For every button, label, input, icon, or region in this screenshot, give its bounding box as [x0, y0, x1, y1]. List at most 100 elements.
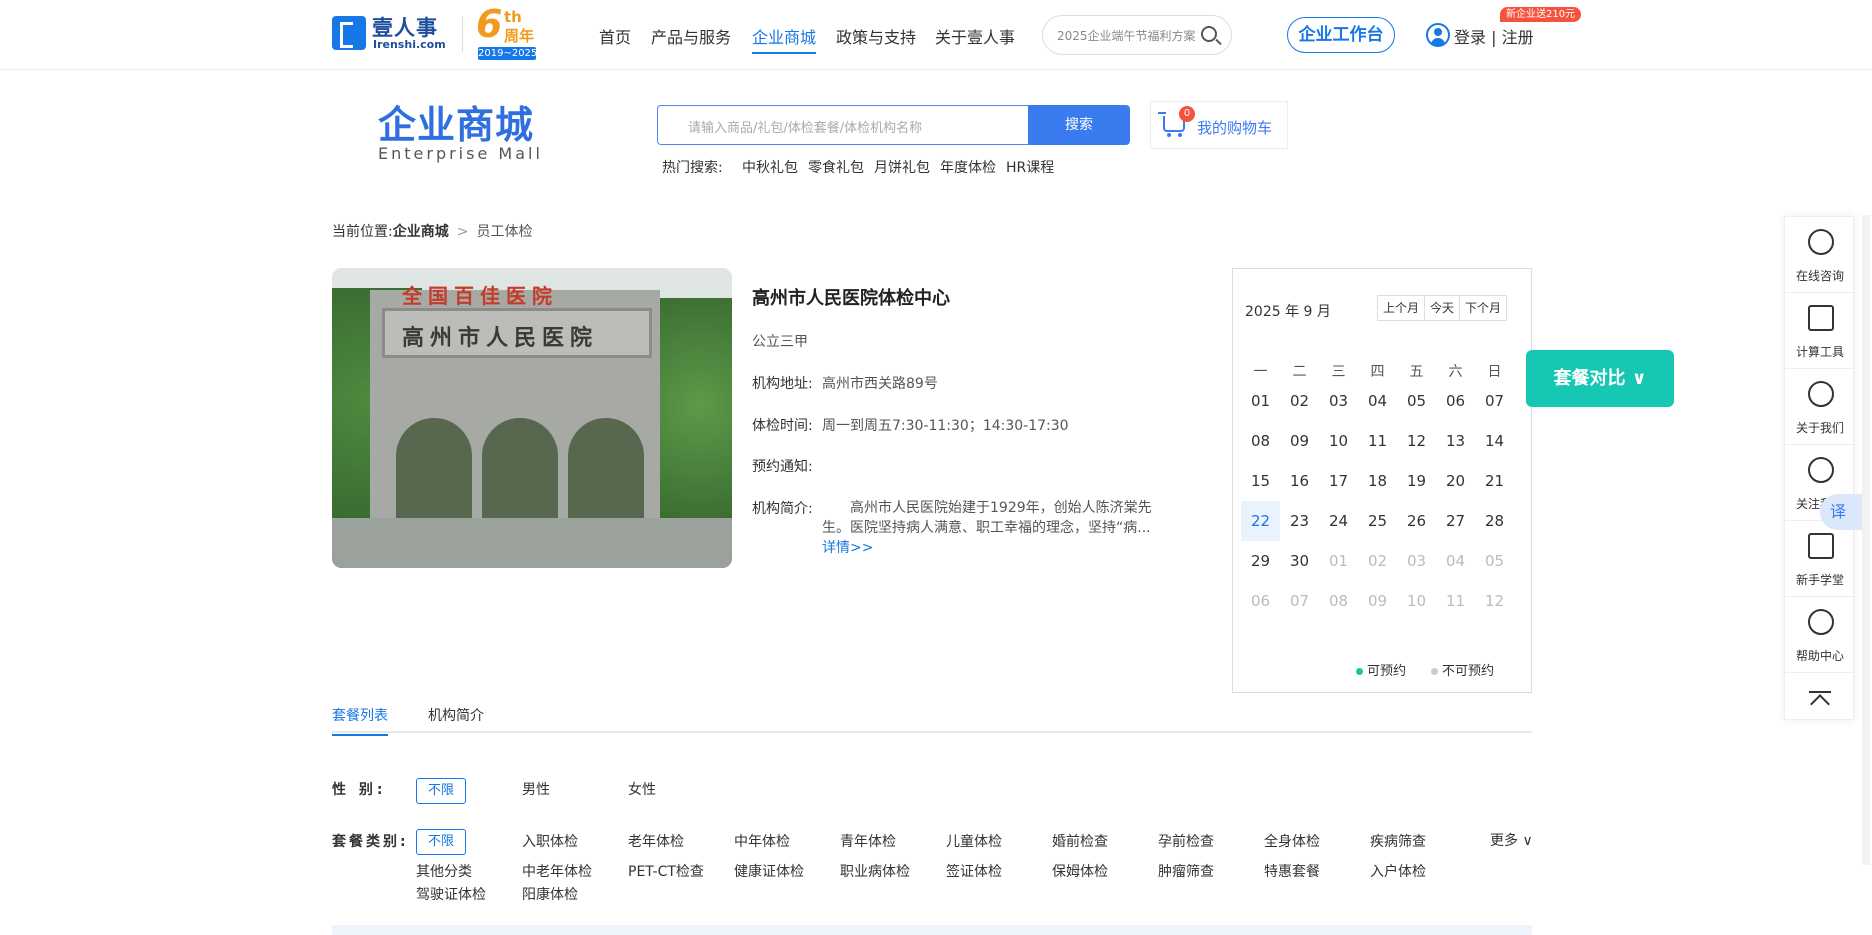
booking-calendar: 2025 年 9 月 上个月 今天 下个月 一二三四五六日 01 02 03 04 05 0…	[1232, 268, 1532, 693]
calendar-day[interactable]: 27	[1436, 501, 1475, 541]
package-type-option[interactable]: 孕前检查	[1158, 831, 1214, 851]
sidebar-item-consult[interactable]: 在线咨询	[1785, 217, 1855, 293]
prev-month-button[interactable]: 上个月	[1378, 296, 1426, 320]
calendar-day[interactable]: 10	[1319, 421, 1358, 461]
nav-mall[interactable]: 企业商城	[752, 24, 817, 54]
hot-search-item[interactable]: HR课程	[1006, 157, 1054, 177]
type-unlimited-chip[interactable]: 不限	[416, 829, 466, 855]
breadcrumb-mall-link[interactable]: 企业商城	[393, 224, 449, 240]
package-type-option[interactable]: PET-CT检查	[628, 861, 704, 881]
calendar-day[interactable]: 29	[1241, 541, 1280, 581]
calendar-day[interactable]: 03	[1319, 381, 1358, 421]
package-type-option[interactable]: 中年体检	[734, 831, 790, 851]
more-types-button[interactable]: 更多 ∨	[1490, 830, 1533, 850]
calendar-day[interactable]: 05	[1397, 381, 1436, 421]
chevron-down-icon: ∨	[1631, 368, 1647, 389]
package-type-option[interactable]: 健康证体检	[734, 861, 804, 881]
gender-option[interactable]: 男性	[522, 779, 550, 799]
package-type-option[interactable]: 职业病体检	[840, 861, 910, 881]
mall-search-button[interactable]: 搜索	[1028, 105, 1130, 145]
search-icon[interactable]	[1201, 26, 1217, 42]
tab-package-list[interactable]: 套餐列表	[332, 705, 388, 736]
calendar-day[interactable]: 14	[1475, 421, 1514, 461]
compare-label: 套餐对比	[1553, 368, 1626, 389]
irenshi-logo-icon[interactable]	[332, 16, 366, 50]
translate-button[interactable]: 译	[1820, 494, 1864, 530]
calendar-day[interactable]: 12	[1397, 421, 1436, 461]
calendar-day[interactable]: 19	[1397, 461, 1436, 501]
calendar-day[interactable]: 02	[1280, 381, 1319, 421]
sidebar-item-about[interactable]: 关于我们	[1785, 369, 1855, 445]
sidebar-item-calculator[interactable]: 计算工具	[1785, 293, 1855, 369]
hot-search-item[interactable]: 零食礼包	[808, 157, 864, 177]
calendar-day[interactable]: 06	[1436, 381, 1475, 421]
package-type-option[interactable]: 阳康体检	[522, 884, 578, 904]
workbench-button[interactable]: 企业工作台	[1287, 17, 1395, 53]
nav-policy[interactable]: 政策与支持	[836, 24, 916, 48]
calendar-day[interactable]: 01	[1241, 381, 1280, 421]
back-to-top-icon[interactable]	[1809, 691, 1831, 705]
header-search-input[interactable]: 2025企业端午节福利方案	[1042, 15, 1232, 55]
mall-search-input[interactable]: 请输入商品/礼包/体检套餐/体检机构名称	[657, 105, 1029, 145]
available-dot-icon	[1356, 668, 1363, 675]
package-type-option[interactable]: 入户体检	[1370, 861, 1426, 881]
calendar-day[interactable]: 04	[1358, 381, 1397, 421]
legend-available: 可预约	[1356, 660, 1406, 679]
calendar-nav: 上个月 今天 下个月	[1377, 295, 1508, 321]
package-compare-button[interactable]: 套餐对比 ∨	[1526, 350, 1674, 407]
nav-products[interactable]: 产品与服务	[651, 24, 731, 48]
package-type-option[interactable]: 肿瘤筛查	[1158, 861, 1214, 881]
today-button[interactable]: 今天	[1425, 296, 1461, 320]
page-scrollbar[interactable]	[1862, 215, 1870, 865]
login-register-link[interactable]: 登录 | 注册	[1454, 24, 1534, 48]
calendar-day[interactable]: 23	[1280, 501, 1319, 541]
package-type-option[interactable]: 老年体检	[628, 831, 684, 851]
cart-button[interactable]: 0 我的购物车	[1150, 101, 1288, 149]
package-type-option[interactable]: 签证体检	[946, 861, 1002, 881]
calendar-day[interactable]: 26	[1397, 501, 1436, 541]
type-filter-label: 套餐类别:	[332, 834, 409, 850]
package-type-option[interactable]: 儿童体检	[946, 831, 1002, 851]
calendar-day[interactable]: 08	[1241, 421, 1280, 461]
gender-option[interactable]: 女性	[628, 779, 656, 799]
calendar-day[interactable]: 25	[1358, 501, 1397, 541]
calendar-day[interactable]: 20	[1436, 461, 1475, 501]
package-type-option[interactable]: 入职体检	[522, 831, 578, 851]
calendar-day[interactable]: 07	[1475, 381, 1514, 421]
package-type-option[interactable]: 疾病筛查	[1370, 831, 1426, 851]
nav-home[interactable]: 首页	[599, 24, 631, 48]
package-type-option[interactable]: 其他分类	[416, 861, 472, 881]
sidebar-item-academy[interactable]: 新手学堂	[1785, 521, 1855, 597]
package-type-option[interactable]: 婚前检查	[1052, 831, 1108, 851]
calendar-day[interactable]: 30	[1280, 541, 1319, 581]
package-type-option[interactable]: 青年体检	[840, 831, 896, 851]
package-type-option[interactable]: 特惠套餐	[1264, 861, 1320, 881]
hot-search-item[interactable]: 年度体检	[940, 157, 996, 177]
nav-about[interactable]: 关于壹人事	[935, 24, 1015, 48]
hot-search-item[interactable]: 中秋礼包	[742, 157, 798, 177]
sidebar-item-help[interactable]: 帮助中心	[1785, 597, 1855, 673]
package-type-option[interactable]: 全身体检	[1264, 831, 1320, 851]
tab-institution-intro[interactable]: 机构简介	[428, 705, 484, 725]
calendar-day[interactable]: 09	[1280, 421, 1319, 461]
calendar-day[interactable]: 15	[1241, 461, 1280, 501]
gender-unlimited-chip[interactable]: 不限	[416, 778, 466, 804]
calendar-day[interactable]: 16	[1280, 461, 1319, 501]
calendar-day[interactable]: 18	[1358, 461, 1397, 501]
more-label: 更多	[1490, 833, 1518, 849]
calendar-day[interactable]: 17	[1319, 461, 1358, 501]
calendar-day[interactable]: 22	[1241, 501, 1280, 541]
hot-search-item[interactable]: 月饼礼包	[874, 157, 930, 177]
user-icon[interactable]	[1426, 23, 1450, 47]
calendar-day[interactable]: 11	[1358, 421, 1397, 461]
unavailable-dot-icon	[1431, 668, 1438, 675]
next-month-button[interactable]: 下个月	[1460, 296, 1506, 320]
detail-link[interactable]: 详情>>	[822, 537, 873, 557]
package-type-option[interactable]: 保姆体检	[1052, 861, 1108, 881]
package-type-option[interactable]: 中老年体检	[522, 861, 592, 881]
calendar-day[interactable]: 24	[1319, 501, 1358, 541]
calendar-day[interactable]: 21	[1475, 461, 1514, 501]
calendar-day[interactable]: 13	[1436, 421, 1475, 461]
calendar-day[interactable]: 28	[1475, 501, 1514, 541]
package-type-option[interactable]: 驾驶证体检	[416, 884, 486, 904]
